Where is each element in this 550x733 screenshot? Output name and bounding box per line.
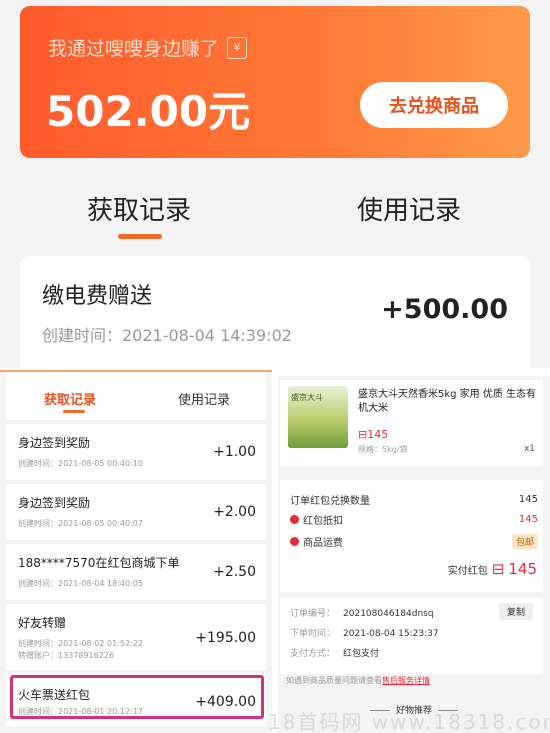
list-item-time: 创建时间：2021-08-05 00:40:10 xyxy=(18,459,143,468)
product-spec: 规格：5kg/袋 xyxy=(358,445,408,454)
payment-method: 红包支付 xyxy=(343,649,380,659)
order-time: 2021-08-04 15:23:37 xyxy=(343,629,439,639)
earnings-banner: 我通过嗖嗖身边赚了 ¥ 502.00元 去兑换商品 xyxy=(20,6,530,158)
copy-button[interactable]: 复制 xyxy=(498,603,533,620)
tab-earn-records-small[interactable]: 获取记录 xyxy=(44,389,96,408)
top-section: 我通过嗖嗖身边赚了 ¥ 502.00元 去兑换商品 获取记录 使用记录 缴电费赠… xyxy=(0,0,550,368)
summary-deduct-row: 红包抵扣 145 xyxy=(290,512,538,527)
tab-use-records[interactable]: 使用记录 xyxy=(357,190,461,227)
product-name: 盛京大斗天然香米5kg 家用 优质 生态有机大米 xyxy=(358,389,537,414)
tab-use-records-small[interactable]: 使用记录 xyxy=(178,389,230,408)
product-quantity: x1 xyxy=(523,444,535,454)
redeem-goods-button[interactable]: 去兑换商品 xyxy=(360,82,508,128)
list-item-time: 创建时间：2021-08-05 00:40:07 xyxy=(18,519,143,528)
watermark: 18首码网 www.18318.com xyxy=(268,710,550,733)
list-item-amount: +2.50 xyxy=(213,564,256,580)
list-item-title: 身边签到奖励 xyxy=(18,436,91,450)
order-detail-panel: 盛京大斗 盛京大斗天然香米5kg 家用 优质 生态有机大米 ⊟145 规格：5k… xyxy=(278,376,550,733)
highlight-frame xyxy=(10,675,264,719)
product-price: ⊟145 xyxy=(358,428,388,441)
summary-count-label: 订单红包兑换数量 xyxy=(290,496,370,507)
paid-row: 实付红包 ⊟ 145 xyxy=(448,560,537,578)
list-item-time: 创建时间：2021-08-02 01:52:22 xyxy=(18,639,143,648)
product-image: 盛京大斗 xyxy=(288,386,348,448)
summary-shipping-label: 商品运费 xyxy=(303,538,343,549)
record-title: 缴电费赠送 xyxy=(42,284,153,309)
after-sales-note: 如遇到商品质量问题请查看售后服务详情 xyxy=(286,675,430,686)
list-item-title: 好友转赠 xyxy=(18,616,67,630)
payment-method-label: 支付方式： xyxy=(290,649,336,659)
order-number-label: 订单编号： xyxy=(290,609,336,619)
list-item-amount: +195.00 xyxy=(195,630,256,646)
list-item[interactable]: 身边签到奖励 创建时间：2021-08-05 00:40:07 +2.00 xyxy=(6,484,266,540)
list-item-title: 身边签到奖励 xyxy=(18,496,91,510)
product-price-value: 145 xyxy=(367,428,389,441)
order-time-label: 下单时间： xyxy=(290,629,336,639)
record-item[interactable]: 缴电费赠送 创建时间：2021-08-04 14:39:02 +500.00 xyxy=(20,256,530,368)
summary-count-value: 145 xyxy=(518,494,538,505)
order-info: 订单编号： 202108046184dnsq 复制 下单时间： 2021-08-04… xyxy=(280,598,543,674)
payment-method-row: 支付方式： 红包支付 xyxy=(290,646,379,659)
summary-count-row: 订单红包兑换数量 145 xyxy=(290,492,538,507)
shipping-icon xyxy=(290,537,299,546)
red-packet-icon: ⊟ xyxy=(491,560,505,578)
order-number: 202108046184dnsq xyxy=(343,609,434,619)
red-packet-icon: ⊟ xyxy=(358,428,368,441)
banner-subtitle-row: 我通过嗖嗖身边赚了 ¥ xyxy=(48,34,248,61)
red-packet-icon xyxy=(290,515,299,524)
active-tab-indicator-small xyxy=(63,410,85,413)
product-image-label: 盛京大斗 xyxy=(291,393,323,402)
order-number-row: 订单编号： 202108046184dnsq xyxy=(290,606,434,619)
after-sales-link[interactable]: 售后服务详情 xyxy=(382,676,430,685)
product-card[interactable]: 盛京大斗 盛京大斗天然香米5kg 家用 优质 生态有机大米 ⊟145 规格：5k… xyxy=(280,380,543,466)
paid-label: 实付红包 xyxy=(447,565,488,577)
list-item[interactable]: 身边签到奖励 创建时间：2021-08-05 00:40:10 +1.00 xyxy=(6,424,266,480)
banner-subtitle: 我通过嗖嗖身边赚了 xyxy=(48,38,220,60)
ticket-icon: ¥ xyxy=(227,36,248,59)
list-item-amount: +2.00 xyxy=(213,504,256,520)
summary-deduct-label: 红包抵扣 xyxy=(303,516,343,527)
list-item[interactable]: 好友转赠 创建时间：2021-08-02 01:52:22 转赠账户：13378… xyxy=(6,604,266,670)
free-shipping-badge: 包邮 xyxy=(511,534,538,549)
paid-value: 145 xyxy=(508,560,537,578)
record-time: 创建时间：2021-08-04 14:39:02 xyxy=(42,326,292,345)
earnings-amount: 502.00元 xyxy=(46,87,251,136)
list-item-time: 创建时间：2021-08-04 18:40:05 xyxy=(18,579,143,588)
record-amount: +500.00 xyxy=(381,294,508,325)
record-tabs: 获取记录 使用记录 xyxy=(0,172,550,244)
active-tab-indicator xyxy=(118,234,162,239)
summary-shipping-label-group: 商品运费 xyxy=(290,534,343,549)
after-sales-text: 如遇到商品质量问题请查看 xyxy=(286,676,382,685)
summary-deduct-value: 145 xyxy=(518,514,538,525)
tab-earn-records[interactable]: 获取记录 xyxy=(87,190,191,227)
order-summary: 订单红包兑换数量 145 红包抵扣 145 商品运费 包邮 实付红包 ⊟ 145 xyxy=(280,480,543,592)
list-item[interactable]: 188****7570在红包商城下单 创建时间：2021-08-04 18:40… xyxy=(6,544,266,600)
summary-deduct-label-group: 红包抵扣 xyxy=(290,512,343,527)
record-tabs-small: 获取记录 使用记录 xyxy=(6,372,266,420)
list-item-amount: +1.00 xyxy=(213,444,256,460)
list-item-account: 转赠账户：13378916226 xyxy=(18,651,114,660)
summary-shipping-row: 商品运费 包邮 xyxy=(290,534,538,549)
order-time-row: 下单时间： 2021-08-04 15:23:37 xyxy=(290,626,439,639)
list-item-title: 188****7570在红包商城下单 xyxy=(18,556,180,570)
